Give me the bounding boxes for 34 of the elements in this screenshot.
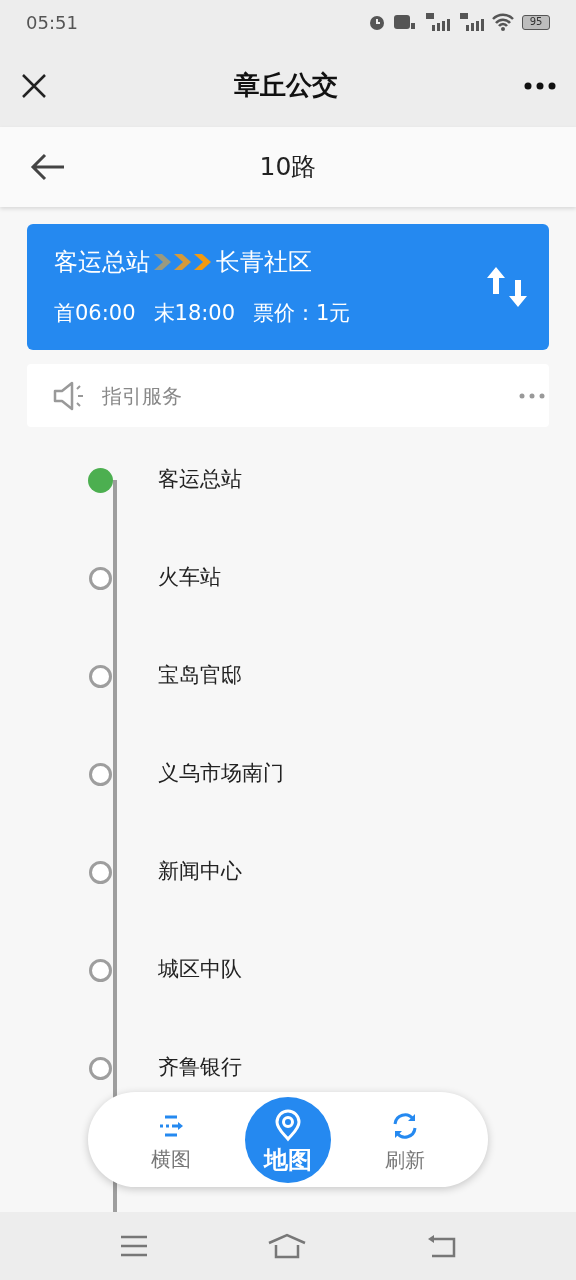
speaker-icon bbox=[52, 380, 86, 411]
back-icon[interactable] bbox=[426, 1234, 457, 1258]
stop-name[interactable]: 义乌市场南门 bbox=[158, 758, 284, 790]
more-icon[interactable] bbox=[524, 81, 556, 90]
signal-icon bbox=[424, 13, 450, 31]
menu-icon[interactable] bbox=[119, 1235, 148, 1257]
swap-direction-icon[interactable] bbox=[485, 265, 529, 309]
route-name: 10路 bbox=[259, 151, 317, 184]
stop-name[interactable]: 城区中队 bbox=[158, 954, 242, 986]
hd-icon bbox=[394, 13, 416, 31]
home-icon[interactable] bbox=[267, 1233, 307, 1259]
action-tab[interactable]: 地图 bbox=[245, 1096, 331, 1183]
destination-stop: 长青社区 bbox=[216, 247, 312, 279]
fare: 票价：1元 bbox=[253, 300, 351, 328]
app-title: 章丘公交 bbox=[234, 69, 338, 102]
guide-service-label: 指引服务 bbox=[102, 382, 182, 410]
back-arrow-icon[interactable] bbox=[30, 153, 66, 181]
stop-name[interactable]: 客运总站 bbox=[158, 464, 242, 496]
stop-name[interactable]: 宝岛官邸 bbox=[158, 660, 242, 692]
battery-indicator: 95 bbox=[522, 14, 550, 30]
stop-name[interactable]: 齐鲁银行 bbox=[158, 1052, 242, 1084]
stop-name[interactable]: 新闻中心 bbox=[158, 856, 242, 888]
action-tab[interactable]: 横图 bbox=[127, 1099, 214, 1180]
alarm-icon bbox=[368, 13, 386, 31]
close-icon[interactable] bbox=[20, 71, 48, 100]
first-bus-time: 首06:00 bbox=[54, 300, 136, 328]
signal-icon bbox=[458, 13, 484, 31]
guide-service-bar[interactable]: 指引服务 bbox=[27, 364, 549, 427]
stop-name[interactable]: 火车站 bbox=[158, 562, 221, 594]
action-tab[interactable]: 刷新 bbox=[362, 1099, 449, 1180]
origin-stop: 客运总站 bbox=[54, 247, 150, 279]
wifi-icon bbox=[492, 13, 514, 31]
last-bus-time: 末18:00 bbox=[153, 300, 236, 328]
status-time: 05:51 bbox=[26, 10, 78, 35]
